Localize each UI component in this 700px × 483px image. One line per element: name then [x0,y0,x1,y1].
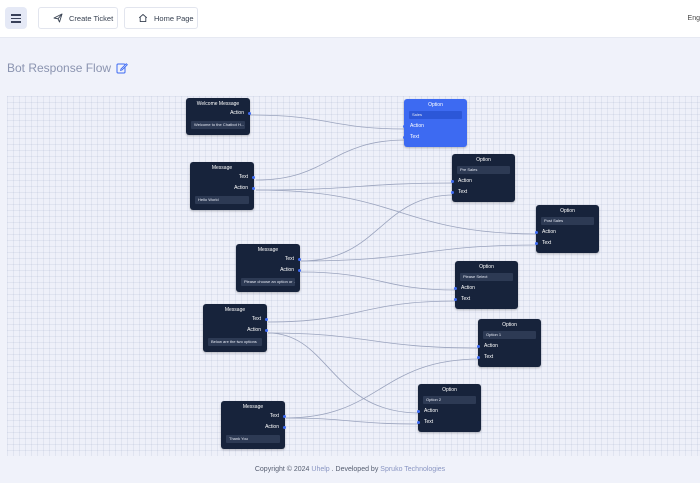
option-node-postsales[interactable]: Option Post Sales Action Text [535,205,599,253]
page-title: Bot Response Flow [7,61,128,75]
footer: Copyright © 2024 Uhelp . Developed by Sp… [0,466,700,473]
port-handle[interactable] [298,269,301,272]
port-handle[interactable] [252,187,255,190]
home-page-button[interactable]: Home Page [124,7,198,29]
node-title: Option [479,264,494,270]
footer-company-link[interactable]: Spruko Technologies [380,466,445,473]
option-node-sales[interactable]: Option Sales Action Text [403,99,467,147]
node-title: Message [211,165,233,171]
message-node-3[interactable]: Message Text Action Below are the two op… [203,304,268,352]
node-action-port[interactable]: Action [221,422,286,433]
send-icon [51,11,65,25]
page-title-text: Bot Response Flow [7,61,112,75]
node-text-port[interactable]: Text [221,411,286,422]
option-node-presales[interactable]: Option Pre Sales Action Text [451,154,515,202]
home-page-label: Home Page [154,13,194,23]
node-value[interactable]: Thank You [226,435,280,443]
port-handle[interactable] [403,136,406,139]
port-handle[interactable] [265,318,268,321]
node-text-port[interactable]: Text [451,187,515,198]
node-action-port[interactable]: Action [454,283,518,294]
port-handle[interactable] [298,258,301,261]
node-value[interactable]: Hello World [195,196,249,204]
node-action-port[interactable]: Action [186,108,251,119]
port-handle[interactable] [283,415,286,418]
node-text-port[interactable]: Text [477,352,541,363]
port-handle[interactable] [454,287,457,290]
option-node-1[interactable]: Option Option 1 Action Text [477,319,541,367]
footer-brand-link[interactable]: Uhelp [311,466,329,473]
node-action-port[interactable]: Action [403,121,467,132]
node-title: Option [428,102,443,108]
port-handle[interactable] [417,410,420,413]
node-title: Option [476,157,491,163]
node-value[interactable]: Below are the two options [208,338,262,346]
node-title: Option [442,387,457,393]
port-handle[interactable] [283,426,286,429]
flow-canvas[interactable] [7,96,700,456]
create-ticket-label: Create Ticket [69,13,114,23]
port-handle[interactable] [451,180,454,183]
node-text-port[interactable]: Text [417,417,481,428]
message-node-1[interactable]: Message Text Action Hello World [190,162,255,210]
port-handle[interactable] [535,231,538,234]
port-handle[interactable] [451,191,454,194]
port-handle[interactable] [477,356,480,359]
node-value[interactable]: Post Sales [541,217,594,225]
edit-icon[interactable] [116,62,128,74]
node-title: Message [242,404,264,410]
option-node-2[interactable]: Option Option 2 Action Text [417,384,481,432]
top-bar: Create Ticket Home Page Eng [0,0,700,38]
port-handle[interactable] [477,345,480,348]
node-title: Message [257,247,279,253]
node-value[interactable]: Pre Sales [457,166,510,174]
port-handle[interactable] [417,421,420,424]
node-text-port[interactable]: Text [535,238,599,249]
node-title: Option [560,208,575,214]
option-node-please-select[interactable]: Option Please Select Action Text [454,261,518,309]
footer-developed-by: . Developed by [329,466,381,473]
port-handle[interactable] [248,112,251,115]
language-selector[interactable]: Eng [688,15,700,22]
node-text-port[interactable]: Text [203,314,268,325]
home-icon [136,11,150,25]
node-text-port[interactable]: Text [190,172,255,183]
message-node-4[interactable]: Message Text Action Thank You [221,401,286,449]
node-action-port[interactable]: Action [190,183,255,194]
port-handle[interactable] [265,329,268,332]
port-handle[interactable] [454,298,457,301]
create-ticket-button[interactable]: Create Ticket [38,7,118,29]
node-action-port[interactable]: Action [203,325,268,336]
node-action-port[interactable]: Action [477,341,541,352]
port-handle[interactable] [252,176,255,179]
node-value[interactable]: Welcome to the Chatbot H... [191,121,245,129]
node-action-port[interactable]: Action [236,265,301,276]
port-handle[interactable] [403,125,406,128]
node-text-port[interactable]: Text [236,254,301,265]
footer-copyright: Copyright © 2024 [254,466,312,473]
node-action-port[interactable]: Action [417,406,481,417]
node-value[interactable]: Option 2 [423,396,476,404]
node-text-port[interactable]: Text [403,132,467,143]
node-title: Message [224,307,246,313]
node-value[interactable]: Sales [409,111,462,119]
node-value[interactable]: Please choose an option or ... [241,278,295,286]
node-action-port[interactable]: Action [451,176,515,187]
port-handle[interactable] [535,242,538,245]
node-text-port[interactable]: Text [454,294,518,305]
message-node-2[interactable]: Message Text Action Please choose an opt… [236,244,301,292]
hamburger-menu-icon[interactable] [5,7,27,29]
node-value[interactable]: Please Select [460,273,513,281]
node-action-port[interactable]: Action [535,227,599,238]
node-title: Welcome Message [196,101,240,107]
welcome-message-node[interactable]: Welcome Message Action Welcome to the Ch… [186,98,251,135]
node-value[interactable]: Option 1 [483,331,536,339]
node-title: Option [502,322,517,328]
